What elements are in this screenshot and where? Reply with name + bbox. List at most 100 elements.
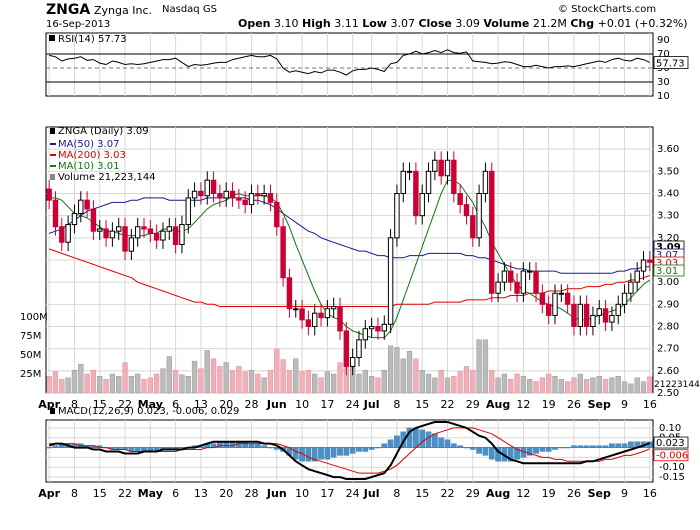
price-legend-marker — [50, 128, 55, 134]
macd-histogram-bar — [596, 445, 603, 448]
macd-histogram-bar — [356, 447, 362, 452]
price-tick-label: 2.60 — [657, 366, 679, 377]
price-tick-label: 3.60 — [657, 144, 679, 155]
macd-signal-tag: -0.006 — [656, 451, 688, 462]
rsi-value-tag: 57.73 — [656, 59, 685, 70]
price-x-tick-label: 28 — [244, 398, 258, 411]
rsi-title: RSI(14) 57.73 — [58, 34, 127, 45]
macd-x-tick-label: 26 — [567, 487, 581, 500]
price-tick-label: 3.50 — [657, 166, 679, 177]
volume-tick-label: 75M — [20, 331, 41, 342]
candle-body — [640, 259, 647, 272]
macd-histogram-bar — [362, 447, 369, 452]
volume-bar — [419, 369, 425, 394]
price-title: ZNGA (Daily) 3.09 — [58, 126, 149, 137]
candle-body — [128, 237, 135, 252]
candle-body — [305, 319, 312, 328]
price-x-tick-label: Jul — [363, 398, 380, 411]
volume-bar — [198, 368, 204, 394]
price-x-tick-label: 17 — [320, 398, 334, 411]
macd-histogram-bar — [52, 445, 59, 448]
volume-bar — [305, 369, 312, 394]
macd-legend-marker — [50, 408, 55, 414]
candle-body — [318, 312, 324, 319]
macd-histogram-bar — [463, 447, 470, 449]
rsi-tick-label: 90 — [657, 35, 670, 46]
candle-body — [324, 308, 331, 319]
macd-histogram-bar — [134, 447, 141, 452]
volume-bar — [103, 379, 109, 394]
volume-bar — [362, 369, 368, 394]
macd-x-tick-label: 10 — [295, 487, 309, 500]
macd-histogram-bar — [292, 447, 299, 460]
volume-bar — [153, 373, 160, 394]
candle-body — [381, 323, 387, 332]
candle-body — [65, 224, 71, 243]
volume-bar — [223, 362, 229, 394]
volume-bar — [141, 379, 147, 394]
macd-histogram-bar — [488, 447, 495, 460]
volume-bar — [293, 358, 299, 394]
candle-body — [362, 328, 369, 341]
price-x-tick-label: 26 — [567, 398, 581, 411]
volume-tick-label: 25M — [20, 369, 41, 380]
candle-body — [109, 230, 116, 239]
candle-body — [394, 193, 400, 239]
candle-body — [122, 226, 128, 252]
candle-body — [501, 270, 508, 283]
candle-body — [400, 170, 406, 194]
volume-bar — [438, 369, 444, 394]
macd-histogram-bar — [387, 439, 394, 448]
volume-bar — [255, 373, 261, 394]
macd-histogram-bar — [577, 445, 584, 448]
candle-body — [387, 237, 394, 325]
volume-bar — [590, 377, 596, 394]
macd-x-tick-label: 24 — [346, 487, 360, 500]
rsi-tick-label: 30 — [657, 77, 670, 88]
candle-body — [564, 292, 571, 305]
volume-bar — [179, 374, 185, 394]
volume-bar — [356, 373, 362, 394]
macd-histogram-bar — [425, 431, 432, 448]
macd-title: MACD(12,26,9) 0.023, -0.006, 0.029 — [58, 406, 239, 417]
volume-bar — [65, 377, 71, 394]
volume-bar — [280, 359, 286, 394]
candle-body — [59, 226, 65, 243]
candle-body — [628, 281, 634, 294]
macd-x-tick-label: 28 — [244, 487, 258, 500]
macd-x-tick-label: 19 — [542, 487, 556, 500]
macd-histogram-bar — [609, 443, 615, 448]
chart-canvas: 907050301057.73RSI(14) 57.733.603.503.40… — [20, 32, 700, 500]
candle-body — [476, 193, 482, 239]
candle-body — [419, 193, 425, 217]
volume-bar — [387, 345, 394, 394]
macd-histogram-bar — [46, 447, 52, 449]
candle-body — [438, 159, 444, 177]
macd-histogram-bar — [394, 435, 400, 448]
candle-body — [71, 212, 78, 226]
volume-legend-marker — [50, 174, 55, 180]
macd-histogram-bar — [255, 443, 261, 448]
price-x-tick-label: 19 — [542, 398, 556, 411]
candle-body — [191, 190, 198, 199]
volume-bar — [558, 379, 564, 394]
rsi-legend-marker — [49, 35, 55, 41]
candle-body — [356, 339, 362, 359]
price-x-tick-label: 12 — [516, 398, 530, 411]
macd-histogram-bar — [330, 447, 337, 458]
volume-bar — [634, 377, 640, 394]
price-tick-label: 2.70 — [657, 344, 679, 355]
macd-histogram-bar — [558, 447, 565, 449]
candle-body — [90, 208, 97, 232]
candle-body — [103, 228, 109, 239]
volume-bar — [331, 373, 337, 394]
candle-body — [520, 270, 527, 294]
candle-body — [179, 224, 185, 245]
volume-bar — [520, 376, 527, 394]
volume-bar — [463, 366, 470, 394]
macd-histogram-bar — [337, 447, 343, 456]
macd-histogram-bar — [628, 441, 634, 448]
volume-bar — [571, 377, 577, 394]
volume-bar — [413, 358, 419, 394]
candle-body — [242, 199, 248, 206]
